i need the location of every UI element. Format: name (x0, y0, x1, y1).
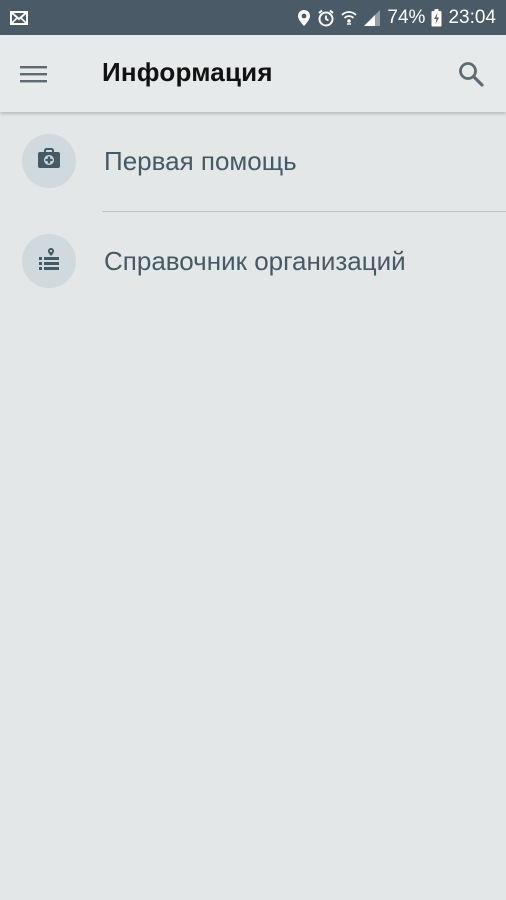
status-bar-right: 74% 23:04 (297, 7, 496, 29)
location-icon (297, 9, 311, 27)
status-bar-left (10, 10, 28, 25)
battery-percent: 74% (387, 6, 426, 28)
search-button[interactable] (456, 59, 486, 89)
info-list: Первая помощь Справочник организаций (0, 112, 506, 312)
wifi-icon (341, 9, 358, 27)
battery-charging-icon (431, 8, 442, 27)
search-icon (456, 62, 486, 93)
menu-button[interactable] (19, 61, 49, 87)
alarm-icon (317, 9, 335, 27)
clock: 23:04 (448, 6, 496, 28)
organization-directory-icon (37, 247, 61, 276)
item-label: Справочник организаций (104, 246, 406, 276)
item-avatar (22, 134, 76, 188)
list-item-organization-directory[interactable]: Справочник организаций (0, 212, 506, 312)
status-bar: 74% 23:04 (0, 0, 506, 35)
item-label: Первая помощь (104, 146, 297, 176)
page-title: Информация (102, 57, 273, 87)
mail-icon (10, 10, 28, 25)
first-aid-kit-icon (37, 147, 61, 175)
item-avatar (22, 234, 76, 288)
list-item-first-aid[interactable]: Первая помощь (0, 112, 506, 212)
app-bar: Информация (0, 35, 506, 112)
signal-icon (363, 9, 381, 27)
menu-icon (19, 66, 49, 91)
